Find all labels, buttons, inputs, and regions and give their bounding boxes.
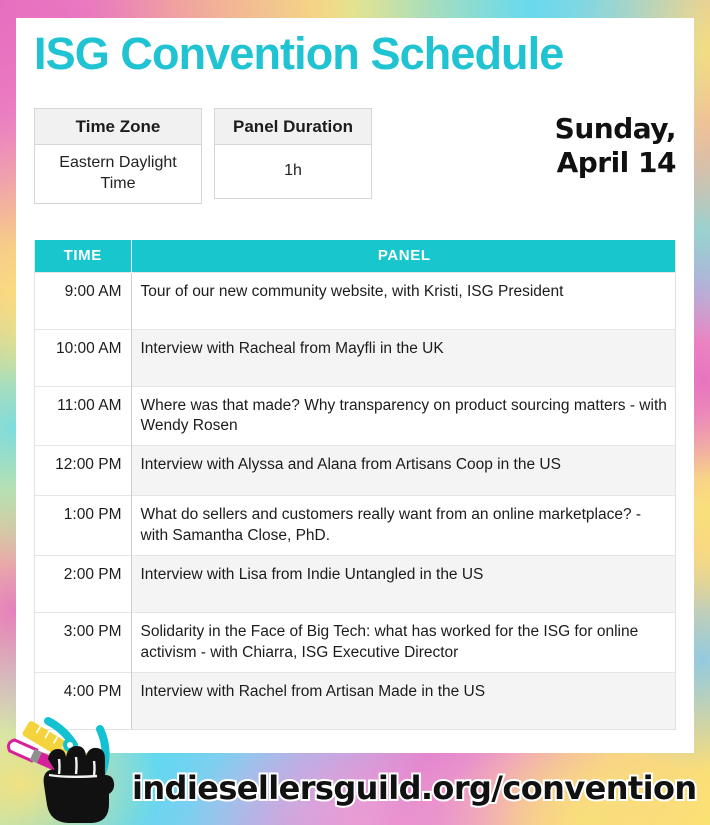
poster: ISG Convention Schedule Time Zone Easter…	[0, 0, 710, 825]
row-panel: Solidarity in the Face of Big Tech: what…	[131, 612, 675, 673]
schedule-table-head: TIME PANEL	[35, 240, 675, 272]
row-panel: What do sellers and customers really wan…	[131, 495, 675, 556]
schedule-table: TIME PANEL 9:00 AM Tour of our new commu…	[35, 240, 675, 729]
timezone-header: Time Zone	[34, 107, 202, 146]
timezone-table: Time Zone Eastern Daylight Time	[34, 107, 202, 204]
table-row: 1h	[214, 144, 372, 200]
column-header-time: TIME	[35, 240, 132, 272]
event-date-line-1: Sunday,	[554, 112, 677, 145]
table-row: 4:00 PM Interview with Rachel from Artis…	[35, 672, 675, 729]
row-time: 3:00 PM	[35, 612, 132, 673]
panel-duration-table: Panel Duration 1h	[214, 107, 372, 200]
row-time: 12:00 PM	[35, 445, 132, 496]
row-panel: Interview with Rachel from Artisan Made …	[131, 672, 675, 729]
meta-tables: Time Zone Eastern Daylight Time Panel Du…	[34, 107, 372, 204]
event-date: Sunday, April 14	[554, 112, 677, 180]
table-row: Eastern Daylight Time	[34, 144, 202, 204]
page-title: ISG Convention Schedule	[34, 28, 564, 79]
table-header-row: TIME PANEL	[35, 240, 675, 272]
table-row: 3:00 PM Solidarity in the Face of Big Te…	[35, 612, 675, 673]
panel-duration-header: Panel Duration	[214, 107, 372, 146]
schedule-table-body: 9:00 AM Tour of our new community websit…	[35, 271, 675, 729]
row-panel: Where was that made? Why transparency on…	[131, 385, 675, 446]
row-time: 1:00 PM	[35, 495, 132, 556]
row-panel: Interview with Alyssa and Alana from Art…	[131, 445, 675, 496]
footer: indiesellersguild.org/convention	[0, 717, 710, 825]
timezone-value: Eastern Daylight Time	[34, 144, 202, 204]
table-row: 10:00 AM Interview with Racheal from May…	[35, 328, 675, 386]
row-panel: Interview with Lisa from Indie Untangled…	[131, 555, 675, 613]
row-panel: Interview with Racheal from Mayfli in th…	[131, 328, 675, 386]
table-row: 12:00 PM Interview with Alyssa and Alana…	[35, 445, 675, 496]
table-row: Panel Duration	[214, 107, 372, 146]
white-content-card: ISG Convention Schedule Time Zone Easter…	[16, 18, 694, 753]
footer-url[interactable]: indiesellersguild.org/convention	[130, 767, 699, 809]
row-time: 2:00 PM	[35, 555, 132, 613]
table-row: 1:00 PM What do sellers and customers re…	[35, 495, 675, 556]
column-header-panel: PANEL	[131, 240, 675, 272]
panel-duration-value: 1h	[214, 144, 372, 200]
isg-fist-tools-logo	[7, 717, 115, 823]
row-time: 11:00 AM	[35, 385, 132, 446]
event-date-line-2: April 14	[556, 146, 677, 180]
table-row: 2:00 PM Interview with Lisa from Indie U…	[35, 555, 675, 613]
row-panel: Tour of our new community website, with …	[131, 271, 675, 329]
schedule-table-container: TIME PANEL 9:00 AM Tour of our new commu…	[34, 240, 676, 730]
row-time: 9:00 AM	[35, 271, 132, 329]
table-row: 9:00 AM Tour of our new community websit…	[35, 271, 675, 329]
table-row: Time Zone	[34, 107, 202, 146]
row-time: 10:00 AM	[35, 328, 132, 386]
table-row: 11:00 AM Where was that made? Why transp…	[35, 385, 675, 446]
